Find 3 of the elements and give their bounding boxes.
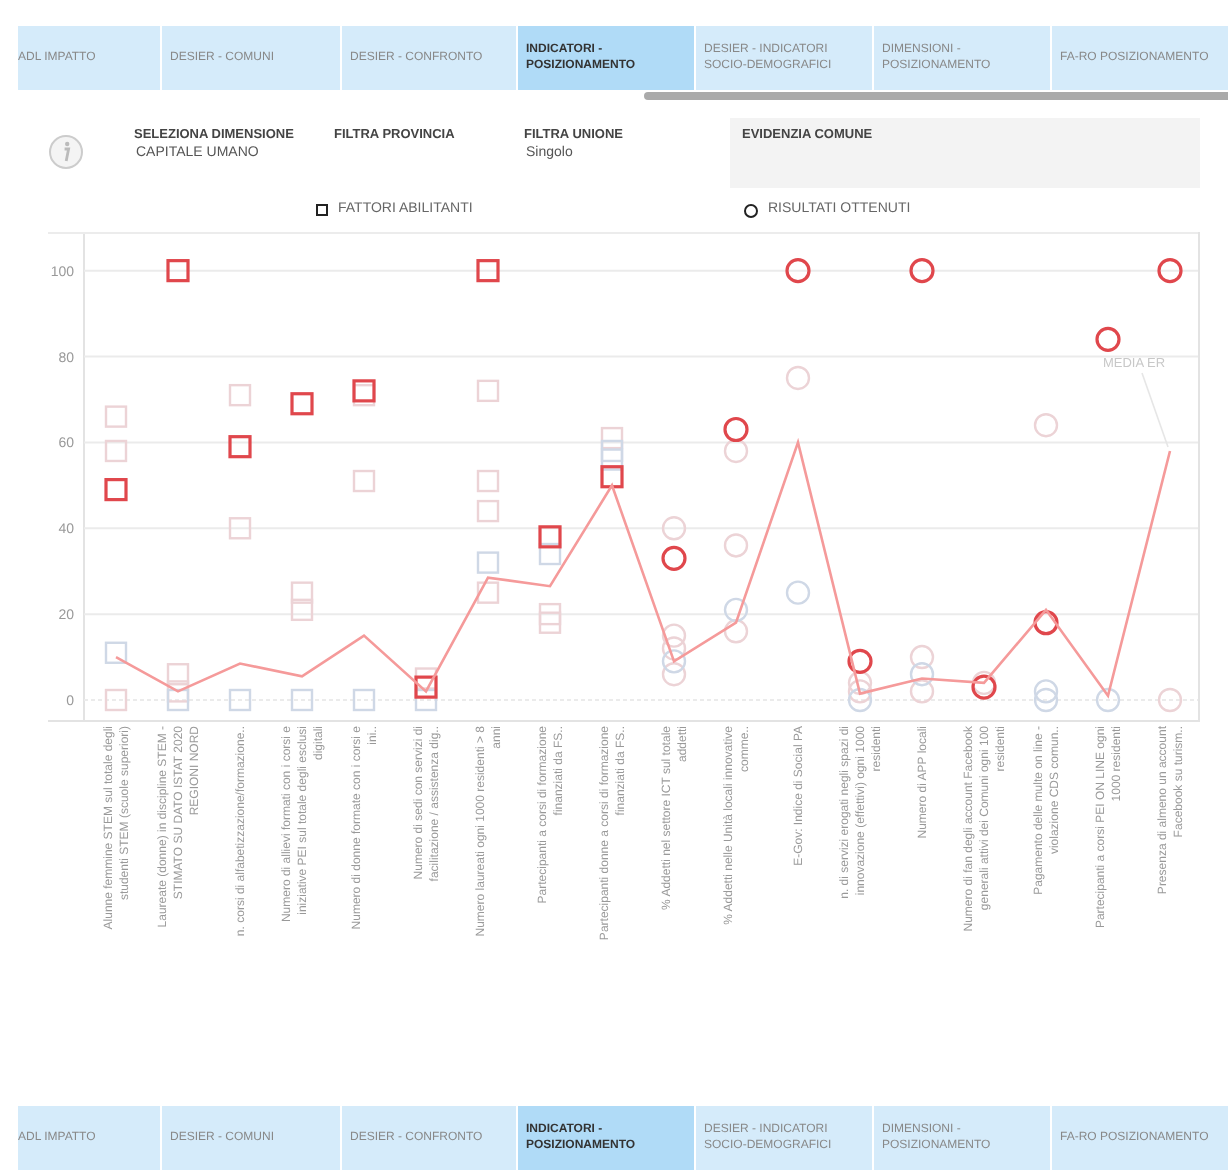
info-icon[interactable] bbox=[48, 134, 84, 170]
square-icon bbox=[316, 204, 328, 216]
scrollbar[interactable] bbox=[644, 92, 1228, 100]
